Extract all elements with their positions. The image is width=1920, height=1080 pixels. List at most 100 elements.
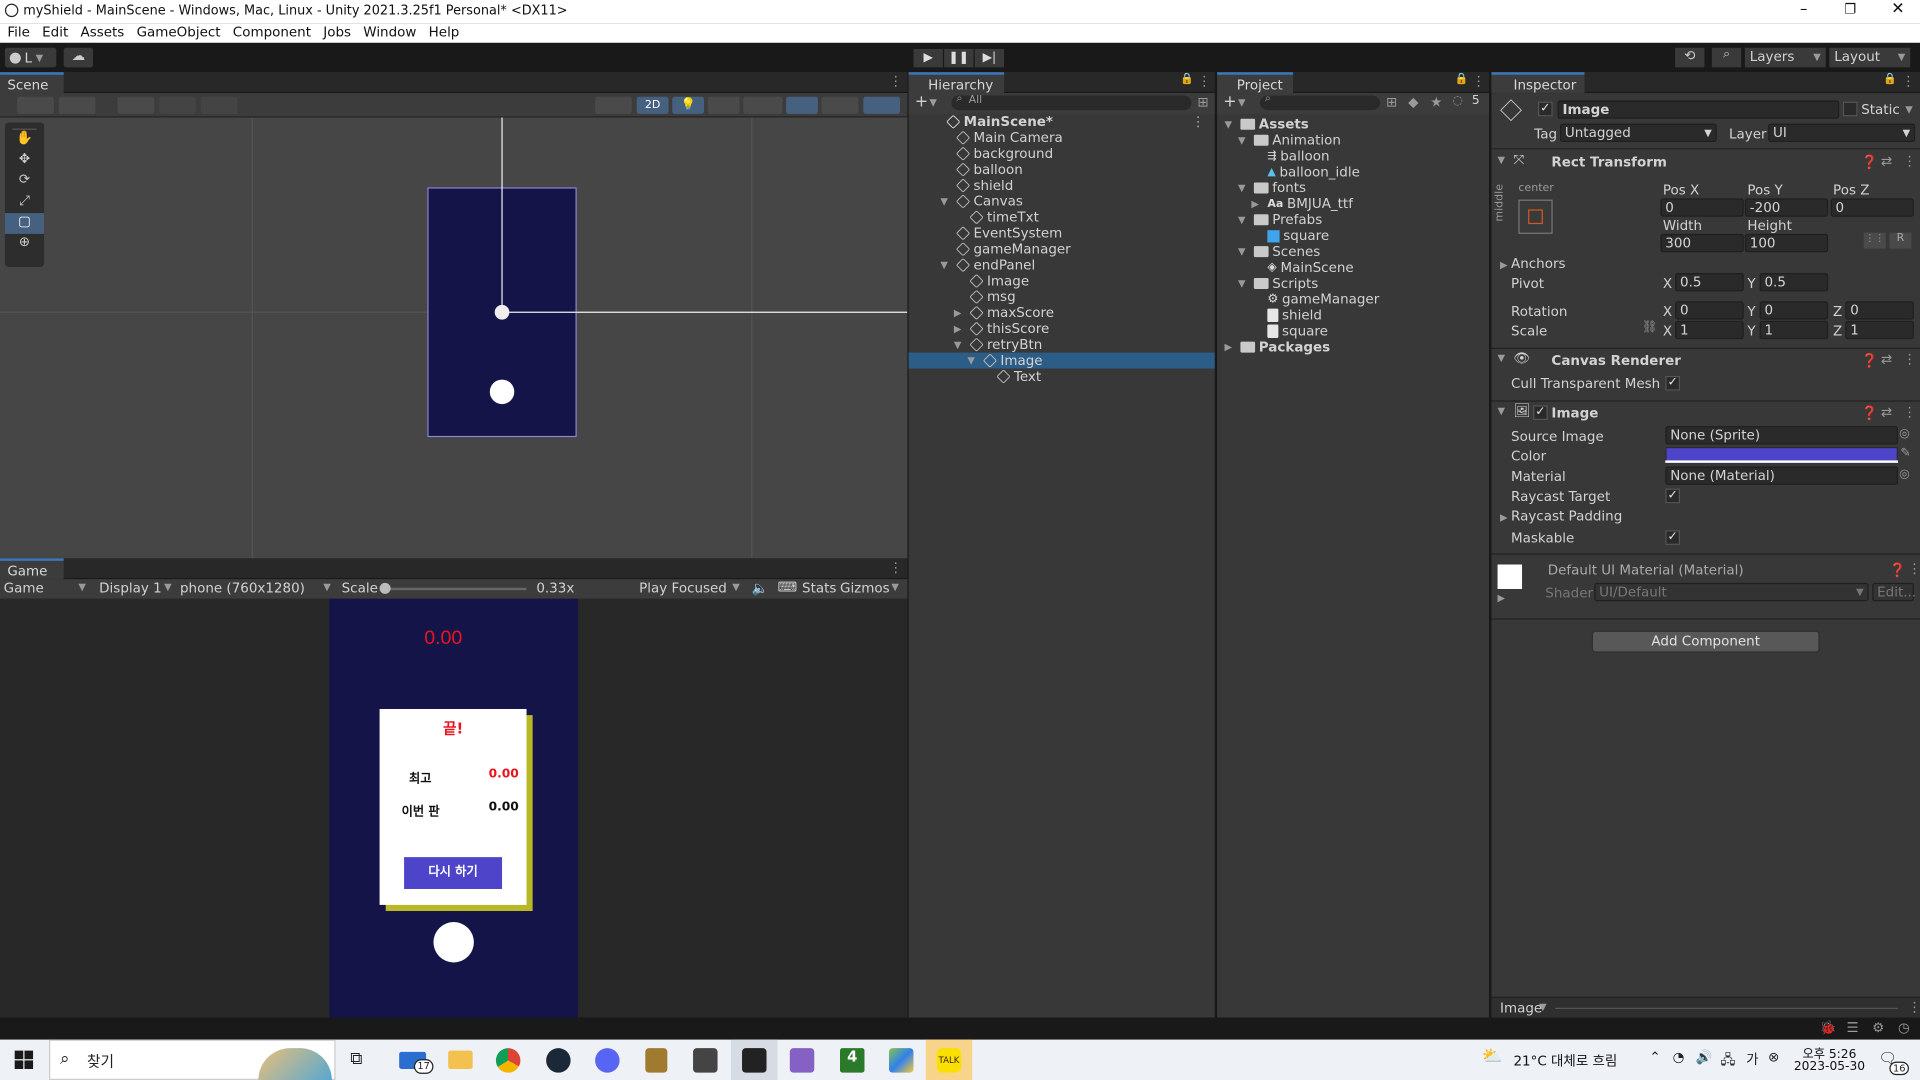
more-icon[interactable]: ⋮ <box>1472 73 1485 89</box>
play-focused-dropdown[interactable]: Play Focused <box>639 580 727 596</box>
tray-app-icon[interactable]: ◔ <box>1673 1049 1685 1065</box>
hierarchy-item[interactable]: gameManager <box>909 241 1215 257</box>
discord-app-icon[interactable] <box>595 1048 620 1073</box>
hierarchy-item[interactable]: shield <box>909 178 1215 193</box>
hierarchy-item[interactable]: ▼ Image <box>908 352 1215 369</box>
clock-time[interactable]: 오후 5:26 <box>1802 1043 1856 1061</box>
raycast-target-checkbox[interactable]: ✓ <box>1665 488 1681 504</box>
display-dropdown[interactable]: Display 1 <box>99 580 162 596</box>
league-app-icon[interactable] <box>645 1048 668 1073</box>
project-search[interactable]: ⌕ <box>1260 93 1381 111</box>
expand-icon[interactable]: ▼ <box>1238 135 1250 146</box>
hierarchy-item[interactable]: ▼ endPanel <box>909 257 1215 273</box>
constrain-proportions-icon[interactable]: ⛓ <box>1642 321 1658 334</box>
scale-y-field[interactable]: 1 <box>1759 320 1829 340</box>
hierarchy-search[interactable]: ⌕ All <box>951 93 1192 111</box>
hierarchy-item[interactable]: ▶ maxScore <box>909 305 1215 321</box>
bluestacks-app-icon[interactable] <box>888 1048 914 1073</box>
pos-z-field[interactable]: 0 <box>1830 198 1914 217</box>
menu-item-jobs[interactable]: Jobs <box>323 24 358 40</box>
rect-transform-header[interactable]: ▼ ⤧ Rect Transform ❓ ⇄ ⋮ <box>1491 151 1920 173</box>
hierarchy-item[interactable]: Image <box>909 273 1215 289</box>
scene-viewport[interactable]: ✋ ✥ ⟳ ⤢ ▢ ⊕ <box>0 117 908 559</box>
weather-text[interactable]: 21°C 대체로 흐림 <box>1513 1051 1617 1071</box>
menu-item-component[interactable]: Component <box>233 24 319 40</box>
toggle-2d-button[interactable]: 2D <box>636 96 669 114</box>
expand-icon[interactable]: ▼ <box>1238 214 1250 225</box>
rotation-z-field[interactable]: 0 <box>1845 301 1914 320</box>
scale-slider-handle[interactable] <box>379 582 391 594</box>
transform-tool-icon[interactable]: ⊕ <box>5 234 44 255</box>
project-item[interactable]: ▼ Scripts <box>1217 276 1489 292</box>
debug-icon[interactable]: 🐞 <box>1820 1020 1837 1036</box>
object-picker-icon[interactable]: ◎ <box>1899 427 1910 440</box>
anchor-preset-button[interactable] <box>1518 199 1553 234</box>
visual-studio-app-icon[interactable] <box>789 1048 815 1073</box>
step-button[interactable]: ▶| <box>974 48 1005 68</box>
more-icon[interactable]: ⋮ <box>1903 153 1916 169</box>
steam-app-icon[interactable] <box>546 1048 571 1073</box>
keyboard-icon[interactable]: ⌨ <box>778 579 797 595</box>
help-icon[interactable]: ❓ <box>1889 562 1906 578</box>
scale-x-field[interactable]: 1 <box>1675 320 1744 340</box>
rotation-x-field[interactable]: 0 <box>1675 301 1744 320</box>
add-component-button[interactable]: Add Component <box>1591 630 1820 653</box>
project-item[interactable]: square <box>1217 323 1489 339</box>
lock-icon[interactable]: 🔒 <box>1883 73 1897 85</box>
shader-dropdown[interactable]: UI/Default ▼ <box>1594 582 1869 602</box>
project-item[interactable]: shield <box>1217 307 1489 323</box>
project-item[interactable]: ⚙ gameManager <box>1217 291 1489 307</box>
pivot-y-field[interactable]: 0.5 <box>1759 273 1829 292</box>
menu-item-file[interactable]: File <box>7 24 37 40</box>
menu-item-help[interactable]: Help <box>429 24 467 40</box>
layer-dropdown[interactable]: UI ▼ <box>1768 123 1916 143</box>
scene-camera-icon[interactable] <box>595 96 632 114</box>
camera-settings-icon[interactable] <box>821 96 859 114</box>
expand-icon[interactable]: ▼ <box>1238 246 1250 257</box>
expand-icon[interactable]: ▼ <box>940 196 952 207</box>
width-field[interactable]: 300 <box>1660 233 1744 253</box>
effects-icon[interactable] <box>743 96 783 114</box>
image-component-header[interactable]: ▼ 🖼 ✓ Image ❓ ⇄ ⋮ <box>1491 402 1920 424</box>
chrome-app-icon[interactable] <box>495 1048 521 1073</box>
preset-icon[interactable]: ⇄ <box>1881 404 1892 420</box>
canvas-renderer-header[interactable]: ▼ 👁 Canvas Renderer ❓ ⇄ ⋮ <box>1491 349 1920 371</box>
maskable-checkbox[interactable]: ✓ <box>1665 530 1681 545</box>
minimize-button[interactable]: – <box>1793 0 1815 23</box>
unity-app-icon[interactable] <box>731 1039 778 1080</box>
tab-project[interactable]: Project <box>1217 72 1294 94</box>
raycast-padding-foldout[interactable]: Raycast Padding <box>1511 508 1622 524</box>
more-icon[interactable]: ⋮ <box>1903 404 1916 420</box>
ime-mode-icon[interactable]: ⊗ <box>1768 1049 1779 1065</box>
preset-icon[interactable]: ⇄ <box>1881 153 1892 169</box>
hierarchy-item[interactable]: MainScene* ⋮ <box>909 114 1215 130</box>
project-item[interactable]: ▼ Animation <box>1217 132 1489 148</box>
lighting-icon[interactable]: 💡 <box>672 96 705 114</box>
pivot-x-field[interactable]: 0.5 <box>1675 273 1744 292</box>
collapse-icon[interactable]: ▶ <box>1251 198 1263 209</box>
collapse-icon[interactable]: ▶ <box>1224 342 1236 353</box>
hierarchy-item[interactable]: ▼ Canvas <box>909 193 1215 209</box>
rect-tool-icon[interactable]: ▢ <box>4 213 45 234</box>
project-item[interactable]: ▼ Scenes <box>1217 244 1489 260</box>
search-icon[interactable]: ⌕ <box>1711 47 1742 68</box>
raw-edit-button[interactable]: R <box>1889 232 1912 249</box>
collapse-icon[interactable]: ▶ <box>954 323 966 334</box>
more-icon[interactable]: ⋮ <box>1191 114 1204 130</box>
project-item[interactable]: ▼ Assets <box>1217 116 1489 132</box>
menu-item-assets[interactable]: Assets <box>80 24 131 40</box>
tray-chevron-icon[interactable]: ⌃ <box>1649 1049 1660 1065</box>
active-checkbox[interactable]: ✓ <box>1537 101 1553 117</box>
more-icon[interactable]: ⋮ <box>889 73 902 89</box>
static-checkbox[interactable] <box>1842 101 1858 117</box>
project-item[interactable]: ▶ Packages <box>1217 339 1489 355</box>
tab-hierarchy[interactable]: Hierarchy <box>908 72 1005 94</box>
menu-item-edit[interactable]: Edit <box>42 24 75 40</box>
search-type-icon[interactable]: ⊞ <box>1386 94 1397 110</box>
layers-dropdown[interactable]: Layers ▼ <box>1744 47 1826 68</box>
cache-icon[interactable]: ☰ <box>1847 1020 1859 1036</box>
image-enabled-checkbox[interactable]: ✓ <box>1533 405 1548 421</box>
hidden-packages-icon[interactable]: ◌ <box>1452 94 1463 107</box>
hierarchy-item[interactable]: timeTxt <box>909 209 1215 225</box>
task-view-icon[interactable]: ⧉ <box>350 1049 362 1069</box>
